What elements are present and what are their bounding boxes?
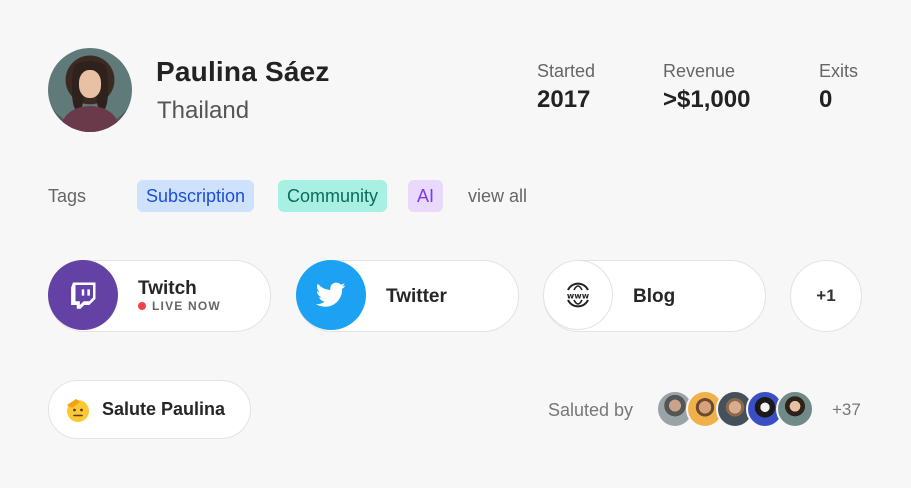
profile-name: Paulina Sáez bbox=[156, 56, 330, 87]
view-all-tags-link[interactable]: view all bbox=[468, 186, 527, 207]
svg-text:www: www bbox=[567, 292, 590, 301]
stat-revenue-value: >$1,000 bbox=[663, 86, 751, 113]
tag-community[interactable]: Community bbox=[278, 180, 388, 212]
stat-exits-value: 0 bbox=[819, 86, 833, 113]
stat-started-value: 2017 bbox=[537, 86, 591, 113]
tags-label: Tags bbox=[48, 186, 87, 206]
twitch-icon bbox=[48, 260, 118, 330]
saluted-by-label: Saluted by bbox=[548, 400, 634, 420]
blog-title: Blog bbox=[633, 286, 676, 307]
saluting-face-icon bbox=[67, 398, 89, 422]
tag-subscription[interactable]: Subscription bbox=[137, 180, 255, 212]
live-status: LIVE NOW bbox=[138, 299, 221, 313]
stat-revenue-label: Revenue bbox=[663, 61, 736, 81]
salute-button-label: Salute Paulina bbox=[102, 399, 226, 419]
blog-link[interactable]: www Blog bbox=[543, 260, 766, 332]
saluter-avatar[interactable] bbox=[776, 390, 814, 428]
more-links-button[interactable]: +1 bbox=[790, 260, 862, 332]
profile-avatar bbox=[48, 48, 132, 132]
www-globe-icon: www bbox=[543, 260, 613, 330]
saluted-extra-count[interactable]: +37 bbox=[832, 400, 861, 420]
live-status-label: LIVE NOW bbox=[152, 299, 221, 313]
profile-country: Thailand bbox=[157, 97, 250, 124]
twitter-icon bbox=[296, 260, 366, 330]
twitch-link[interactable]: Twitch LIVE NOW bbox=[48, 260, 271, 332]
twitter-title: Twitter bbox=[386, 286, 447, 307]
twitch-title: Twitch bbox=[138, 278, 197, 299]
twitter-link[interactable]: Twitter bbox=[296, 260, 519, 332]
tag-ai[interactable]: AI bbox=[408, 180, 444, 212]
salute-button[interactable]: Salute Paulina bbox=[48, 380, 251, 439]
stat-exits-label: Exits bbox=[819, 61, 859, 81]
stat-started-label: Started bbox=[537, 61, 596, 81]
live-dot-icon bbox=[138, 302, 146, 310]
